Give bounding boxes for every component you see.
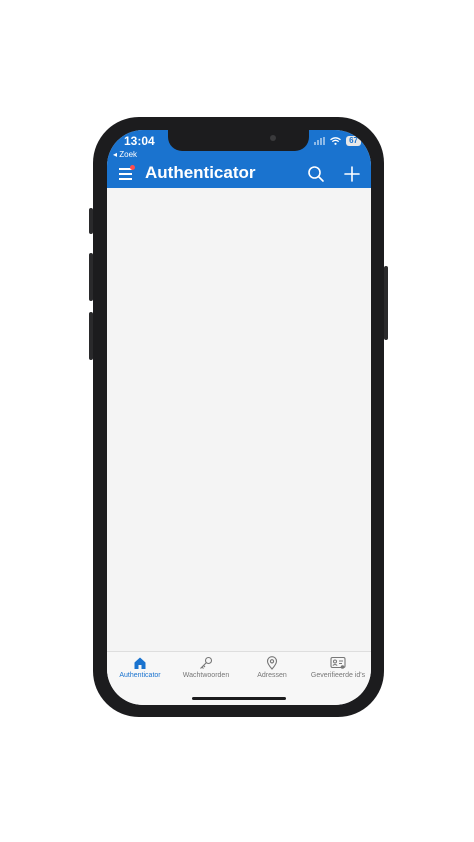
page-title: Authenticator [145,163,256,182]
location-pin-icon [266,656,278,670]
tab-wachtwoorden[interactable]: Wachtwoorden [173,656,239,679]
system-icons: 67 [314,136,361,146]
tab-label: Adressen [257,672,287,679]
camera-icon [270,135,276,141]
tab-label: Wachtwoorden [182,672,230,679]
home-icon [134,657,146,669]
tab-label: Authenticator [119,672,161,679]
phone-screen: 13:04 ◂ Zoek 67 Authenticator Authentica… [107,130,371,705]
tab-adressen[interactable]: Adressen [239,656,305,679]
side-button-volume-down [89,312,93,360]
side-button-volume-up [89,253,93,301]
menu-button[interactable] [119,165,135,180]
tab-label: Geverifieerde id's [310,672,366,679]
app-bar: Authenticator [107,158,371,188]
cellular-signal-icon [314,137,326,145]
status-time: 13:04 [124,134,155,148]
id-card-icon [330,656,346,669]
tab-geverifieerde-ids[interactable]: Geverifieerde id's [305,656,371,679]
plus-icon [344,166,360,182]
add-account-button[interactable] [343,165,361,183]
search-button[interactable] [307,165,325,183]
home-indicator[interactable] [192,697,286,700]
wifi-icon [330,137,341,145]
side-button-power [384,266,388,340]
search-icon [308,166,324,182]
battery-level: 67 [346,136,361,146]
notification-dot [130,165,135,170]
key-icon [200,656,213,669]
account-list-area [107,188,371,651]
notch [168,130,309,151]
tab-authenticator[interactable]: Authenticator [107,656,173,679]
side-button-mute [89,208,93,234]
status-bar: 13:04 ◂ Zoek 67 Authenticator [107,130,371,188]
